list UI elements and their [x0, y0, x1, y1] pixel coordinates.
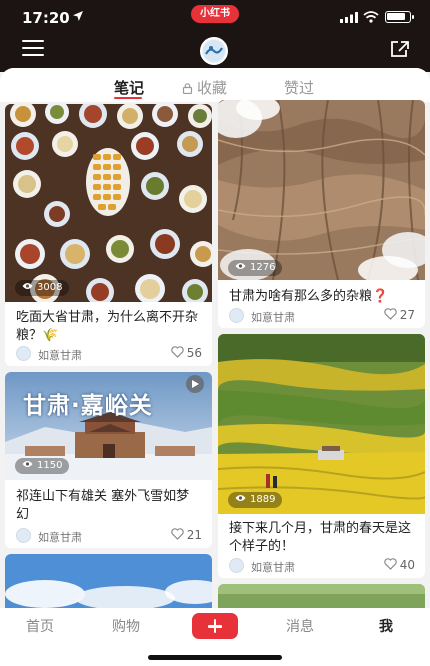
nav-messages[interactable]: 消息 — [286, 616, 314, 636]
view-count-badge: 1889 — [228, 492, 283, 508]
profile-notes-screen: 17:20 小红书 笔记 收藏 赞过 3008 吃面大省甘肃，为什么离不开杂粮？… — [0, 0, 430, 666]
note-card[interactable]: 1889 接下来几个月，甘肃的春天是这个样子的！ 如意甘肃 40 — [218, 334, 425, 578]
tab-notes[interactable]: 笔记 — [114, 77, 144, 98]
menu-button[interactable] — [22, 40, 44, 56]
like-button[interactable]: 27 — [383, 308, 415, 322]
profile-avatar[interactable] — [200, 37, 228, 65]
note-image — [218, 584, 425, 608]
menu-icon — [22, 40, 44, 42]
like-count: 21 — [186, 528, 202, 542]
status-time: 17:20 — [22, 9, 70, 27]
eye-icon — [22, 283, 33, 289]
author-avatar[interactable] — [229, 308, 244, 323]
note-title: 甘肃为啥有那么多的杂粮❓ — [229, 289, 389, 304]
cellular-signal-icon — [340, 12, 358, 23]
tab-liked[interactable]: 赞过 — [284, 77, 314, 98]
note-meta: 如意甘肃 40 — [229, 558, 415, 574]
author-avatar[interactable] — [16, 346, 31, 361]
author-avatar[interactable] — [16, 528, 31, 543]
note-meta: 如意甘肃 21 — [16, 528, 202, 544]
tab-favorites-label: 收藏 — [197, 79, 228, 97]
tab-bar: 笔记 收藏 赞过 — [0, 68, 430, 102]
eye-icon — [22, 461, 33, 467]
location-arrow-icon — [73, 11, 83, 21]
image-overlay-text: 甘肃·嘉峪关 — [23, 393, 153, 419]
nav-shopping[interactable]: 购物 — [112, 616, 140, 636]
author-name[interactable]: 如意甘肃 — [251, 559, 295, 575]
note-card[interactable] — [218, 584, 425, 608]
like-count: 40 — [399, 558, 415, 572]
tab-favorites[interactable]: 收藏 — [182, 77, 227, 98]
author-avatar[interactable] — [229, 558, 244, 573]
note-card[interactable]: 1276 甘肃为啥有那么多的杂粮❓ 如意甘肃 27 — [218, 100, 425, 328]
heart-icon — [170, 528, 184, 540]
eye-icon — [235, 495, 246, 501]
content-sheet: 笔记 收藏 赞过 3008 吃面大省甘肃，为什么离不开杂粮？🌾 如意甘肃 56 … — [0, 68, 430, 608]
heart-icon — [383, 308, 397, 320]
author-name[interactable]: 如意甘肃 — [38, 347, 82, 363]
note-title: 吃面大省甘肃，为什么离不开杂粮？🌾 — [16, 310, 199, 343]
author-name[interactable]: 如意甘肃 — [251, 309, 295, 325]
heart-icon — [170, 346, 184, 358]
note-meta: 如意甘肃 56 — [16, 346, 202, 362]
heart-icon — [383, 558, 397, 570]
note-title: 祁连山下有雄关 塞外飞雪如梦幻 — [16, 489, 190, 522]
lock-icon — [182, 83, 193, 94]
view-count-badge: 3008 — [15, 280, 70, 296]
nav-home[interactable]: 首页 — [26, 616, 54, 636]
note-meta: 如意甘肃 27 — [229, 308, 415, 324]
note-image — [218, 100, 425, 280]
create-post-button[interactable] — [192, 613, 238, 639]
battery-icon — [385, 11, 414, 23]
like-button[interactable]: 56 — [170, 346, 202, 360]
note-image — [5, 104, 212, 302]
like-button[interactable]: 21 — [170, 528, 202, 542]
tab-active-indicator — [114, 97, 142, 99]
view-count-badge: 1150 — [15, 458, 70, 474]
note-title: 接下来几个月，甘肃的春天是这个样子的！ — [229, 521, 412, 554]
like-count: 56 — [186, 346, 202, 360]
status-bar: 17:20 小红书 — [0, 0, 430, 34]
note-card[interactable]: 甘肃·嘉峪关 1150 祁连山下有雄关 塞外飞雪如梦幻 如意甘肃 21 — [5, 372, 212, 548]
note-image — [218, 334, 425, 514]
like-count: 27 — [399, 308, 415, 322]
logo-icon — [203, 40, 225, 62]
wifi-icon — [363, 11, 379, 23]
share-icon[interactable] — [390, 40, 410, 58]
bottom-navigation: 首页 购物 消息 我 — [0, 608, 430, 666]
app-badge: 小红书 — [191, 5, 239, 23]
eye-icon — [235, 263, 246, 269]
note-image — [5, 554, 212, 608]
like-button[interactable]: 40 — [383, 558, 415, 572]
nav-me[interactable]: 我 — [379, 616, 393, 636]
home-indicator — [148, 655, 282, 660]
note-card[interactable]: 3008 吃面大省甘肃，为什么离不开杂粮？🌾 如意甘肃 56 — [5, 104, 212, 366]
view-count-badge: 1276 — [228, 260, 283, 276]
author-name[interactable]: 如意甘肃 — [38, 529, 82, 545]
note-card[interactable] — [5, 554, 212, 608]
